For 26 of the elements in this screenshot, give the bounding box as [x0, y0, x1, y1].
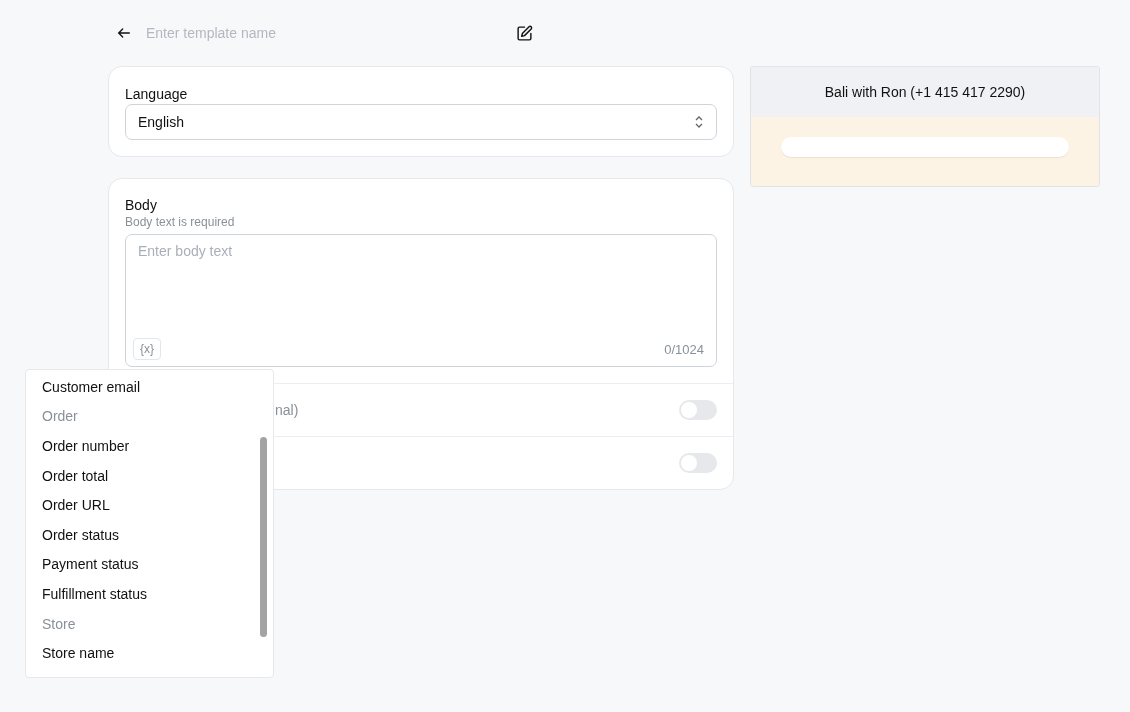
- menu-item[interactable]: Order total: [26, 460, 273, 491]
- body-hint: Body text is required: [125, 215, 236, 229]
- menu-item[interactable]: Payment status: [26, 549, 273, 580]
- back-button[interactable]: [116, 25, 132, 41]
- character-counter: 0/1024: [664, 341, 704, 357]
- menu-item[interactable]: Store name: [26, 638, 273, 668]
- menu-item[interactable]: Fulfillment status: [26, 579, 273, 609]
- toggle-switch[interactable]: [679, 453, 717, 473]
- menu-group-heading: Store: [41, 614, 77, 634]
- chevron-updown-icon: [694, 115, 704, 129]
- language-label: Language: [125, 86, 189, 102]
- menu-item[interactable]: Order number: [26, 431, 273, 461]
- scrollbar-thumb[interactable]: [260, 437, 267, 637]
- pencil-square-icon: [516, 24, 533, 42]
- template-name-field[interactable]: Enter template name: [144, 24, 394, 42]
- back-arrow-icon: [116, 25, 132, 41]
- language-select[interactable]: English: [125, 104, 717, 140]
- preview-title: Bali with Ron (+1 415 417 2290): [751, 67, 1099, 117]
- body-label: Body: [125, 197, 158, 213]
- menu-item[interactable]: Order status: [26, 519, 273, 550]
- toggle-label: nal): [275, 402, 299, 418]
- menu-item[interactable]: Customer email: [26, 372, 273, 402]
- toggle-switch[interactable]: [679, 400, 717, 420]
- menu-group-heading: Order: [41, 407, 79, 427]
- edit-button[interactable]: [516, 24, 533, 42]
- menu-item[interactable]: Order URL: [26, 490, 273, 520]
